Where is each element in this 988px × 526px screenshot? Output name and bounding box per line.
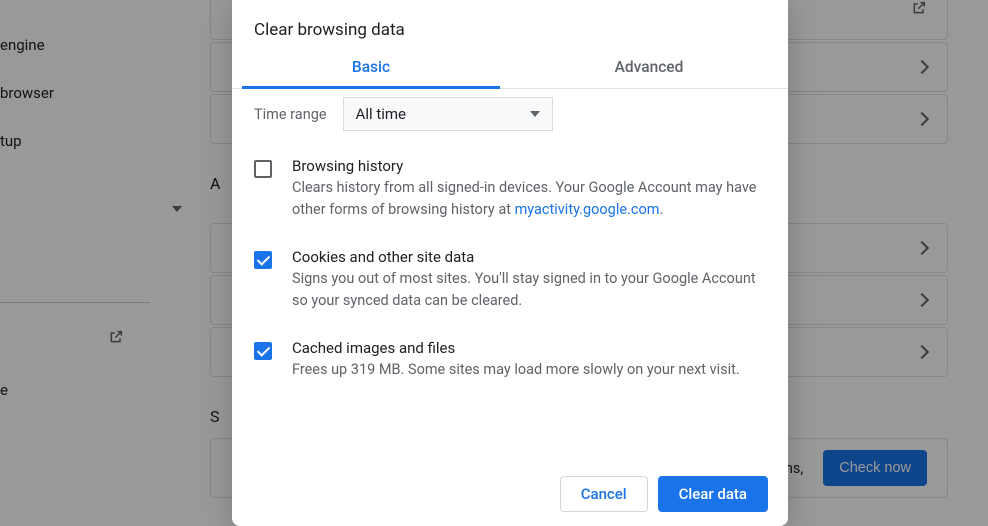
option-description: Clears history from all signed-in device… — [292, 177, 766, 222]
myactivity-link[interactable]: myactivity.google.com — [515, 201, 660, 218]
time-range-row: Time range All time — [254, 89, 766, 143]
tab-basic[interactable]: Basic — [232, 48, 510, 88]
option-browsing-history: Browsing history Clears history from all… — [254, 143, 766, 234]
checkbox-browsing-history[interactable] — [254, 160, 272, 178]
dialog-actions: Cancel Clear data — [232, 462, 788, 526]
option-cookies: Cookies and other site data Signs you ou… — [254, 234, 766, 325]
time-range-label: Time range — [254, 106, 327, 123]
option-title: Cookies and other site data — [292, 248, 766, 266]
option-title: Browsing history — [292, 157, 766, 175]
option-cache: Cached images and files Frees up 319 MB.… — [254, 325, 766, 393]
checkbox-cookies[interactable] — [254, 251, 272, 269]
dialog-tabs: Basic Advanced — [232, 48, 788, 89]
option-description: Frees up 319 MB. Some sites may load mor… — [292, 359, 766, 381]
option-description: Signs you out of most sites. You'll stay… — [292, 268, 766, 313]
time-range-value: All time — [356, 105, 406, 123]
dialog-body[interactable]: Time range All time Browsing history Cle… — [232, 89, 788, 462]
chevron-down-icon — [530, 111, 540, 117]
clear-browsing-data-dialog: Clear browsing data Basic Advanced Time … — [232, 0, 788, 526]
time-range-select[interactable]: All time — [343, 97, 553, 131]
tab-advanced[interactable]: Advanced — [510, 48, 788, 88]
cancel-button[interactable]: Cancel — [560, 476, 648, 512]
option-title: Cached images and files — [292, 339, 766, 357]
checkbox-cache[interactable] — [254, 342, 272, 360]
dialog-title: Clear browsing data — [232, 0, 788, 48]
clear-data-button[interactable]: Clear data — [658, 476, 768, 512]
